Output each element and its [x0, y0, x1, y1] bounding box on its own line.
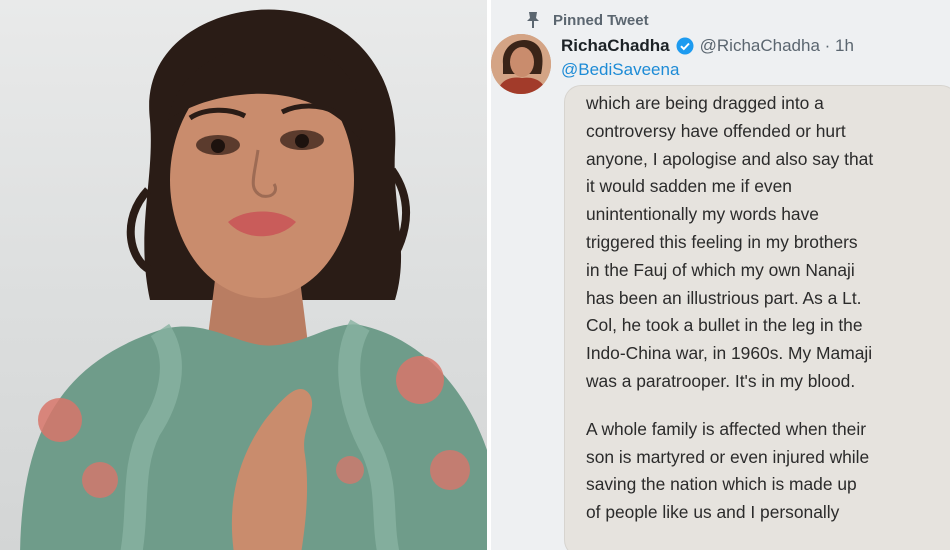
tweet-panel: Pinned Tweet RichaChadha @RichaChadha · …: [491, 0, 950, 550]
tweet-body-line: controversy have offended or hurt: [586, 120, 846, 141]
tweet-body-line: was a paratrooper. It's in my blood.: [586, 370, 856, 391]
tweet-body-line: A whole family is affected when their: [586, 418, 867, 439]
tweet-body-line: of people like us and I personally: [586, 502, 840, 523]
pin-icon: [525, 11, 541, 29]
verified-badge-icon: [676, 37, 694, 55]
avatar[interactable]: [491, 34, 551, 94]
author-handle-time: @RichaChadha · 1h: [699, 36, 854, 55]
tweet-body-line: it would sadden me if even: [586, 176, 792, 197]
tweet-body-line: anyone, I apologise and also say that: [586, 148, 874, 169]
tweet-body: which are being dragged into a controvers…: [586, 90, 950, 527]
tweet-body-line: which are being dragged into a: [586, 93, 824, 113]
tweet-text-card: which are being dragged into a controvers…: [565, 86, 950, 550]
tweet-body-line: Indo-China war, in 1960s. My Mamaji: [586, 343, 873, 364]
portrait-photo: [0, 0, 487, 550]
tweet-body-line: unintentionally my words have: [586, 204, 819, 225]
tweet-body-line: Col, he took a bullet in the leg in the: [586, 315, 863, 336]
tweet-body-line: saving the nation which is made up: [586, 474, 857, 495]
tweet-body-line: in the Fauj of which my own Nanaji: [586, 259, 855, 280]
reply-to-link[interactable]: @BediSaveena: [561, 60, 679, 80]
portrait-illustration: [20, 9, 487, 550]
pinned-indicator: Pinned Tweet: [525, 10, 649, 30]
pinned-label: Pinned Tweet: [553, 11, 649, 29]
tweet-body-line: has been an illustrious part. As a Lt.: [586, 287, 862, 308]
author-row: RichaChadha @RichaChadha · 1h: [561, 36, 854, 56]
author-name[interactable]: RichaChadha: [561, 36, 670, 56]
tweet-body-line: triggered this feeling in my brothers: [586, 231, 858, 252]
tweet-body-line: son is martyred or even injured while: [586, 446, 870, 467]
